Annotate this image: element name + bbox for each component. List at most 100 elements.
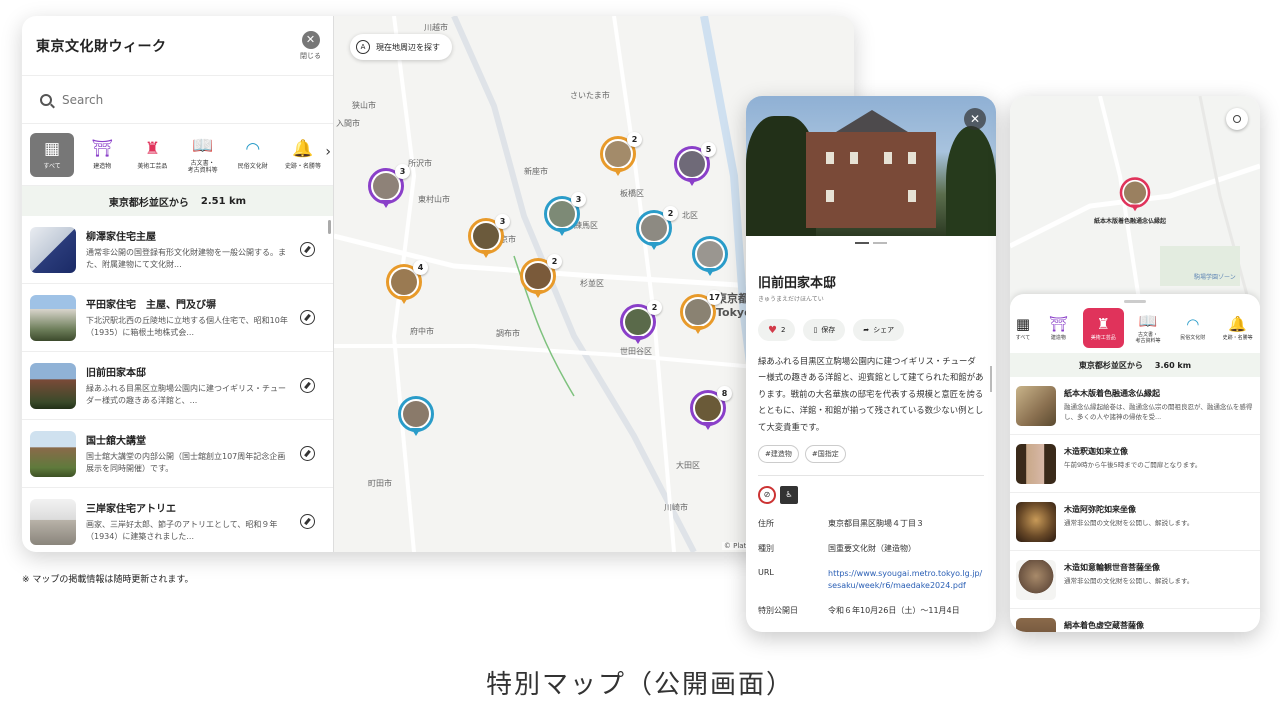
sheet-handle[interactable] [1124,300,1146,303]
category-folk[interactable]: ◠ 民俗文化財 [1172,315,1213,341]
list-item[interactable]: 絹本着色虚空蔵菩薩像 [1010,609,1260,632]
place-label: 杉並区 [580,279,604,288]
category-all[interactable]: ▦ すべて [30,132,75,177]
place-label: 北区 [682,211,698,220]
search-bar[interactable]: Search [22,76,333,124]
bell-icon: 🔔 [1228,315,1247,333]
thumbnail-image [1016,443,1056,484]
info-row: 種別 国重要文化財（建造物） [758,543,984,556]
list-item[interactable]: 旧前田家本邸 緑あふれる目黒区立駒場公園内に建つイギリス・チューダー様式の趣きあ… [22,352,333,420]
category-buildings[interactable]: ⛩ 建造物 [1038,315,1079,341]
heritage-photo[interactable]: ✕ [746,96,996,236]
map-pin-documents[interactable]: 3 [468,214,510,262]
list-item[interactable]: 国士舘大講堂 国士舘大講堂の内部公開（国士舘創立107周年記念企画展示を同時開催… [22,420,333,488]
map-pin-documents[interactable]: 2 [520,254,562,302]
category-label: すべて [43,163,61,171]
item-description: 融通念仏縁起絵巻は、融通念仏宗の開祖良忍が、融通念仏を感得し、多くの人や諸神の帰… [1064,403,1253,421]
category-historic-sites[interactable]: 🔔 史跡・名勝等 [281,138,325,170]
place-label: 町田市 [368,479,392,488]
place-label: 川越市 [424,23,448,32]
search-input[interactable]: Search [62,93,103,107]
list-item[interactable]: 木造如意輪観世音菩薩坐像 通常非公開の文化財を公開し、解説します。 [1010,551,1260,609]
bookmark-icon: ▯ [813,326,818,334]
map-pin-folk[interactable] [692,236,728,280]
map-pin-folk[interactable]: 3 [544,192,586,240]
item-title: 国士舘大講堂 [86,436,146,447]
item-title: 平田家住宅 主屋、門及び塀 [86,300,216,311]
book-open-icon: 📖 [1138,312,1158,330]
detail-actions: ♥ 2 ▯ 保存 ➦ シェア [758,319,984,341]
category-label: 民俗文化財 [1180,335,1206,341]
detail-ruby: きゅうまえだけほんてい [758,296,824,303]
detail-scrollbar[interactable] [990,366,992,392]
bell-icon: 🔔 [292,139,314,160]
item-description: 午前9時から午後5時までのご開扉となります。 [1064,461,1202,469]
detail-title: 旧前田家本邸 [758,276,837,291]
craft-icon: ♜ [1096,315,1110,333]
map-pin-documents[interactable]: 2 [600,132,642,180]
share-button[interactable]: ➦ シェア [853,319,905,341]
book-map-icon: ▦ [44,139,61,160]
map-pin-documents[interactable]: 17 [680,290,722,338]
thumbnail-image [30,294,76,341]
page-caption: 特別マップ（公開画面） [485,670,794,700]
tag[interactable]: #建造物 [758,444,799,463]
map-pin-buildings[interactable]: 3 [368,164,410,212]
category-label: 民俗文化財 [237,163,268,171]
list-item[interactable]: 紙本木版着色融通念仏縁起 融通念仏縁起絵巻は、融通念仏宗の開祖良忍が、融通念仏を… [1010,377,1260,435]
info-key: 特別公開日 [758,606,798,616]
category-filter-bar: ▦ すべて ⛩ 建造物 ♜ 美術工芸品 📖 古文書・ 考古資料等 ◠ 民俗文化財… [22,124,333,186]
place-label: 駒場学園ゾーン [1194,274,1236,281]
map-pin-buildings[interactable]: 2 [620,300,662,348]
close-icon[interactable]: ✕ [964,108,986,130]
tag[interactable]: #国指定 [804,444,846,463]
place-label: 大田区 [676,461,700,470]
category-label: 美術工芸品 [137,163,168,171]
place-label: さいたま市 [570,91,610,100]
pin-count: 5 [701,142,716,157]
category-documents[interactable]: 📖 古文書・ 考古資料等 [181,135,225,174]
compass-icon[interactable] [300,310,315,325]
category-buildings[interactable]: ⛩ 建造物 [80,138,124,170]
category-all[interactable]: ▦ すべて [1012,315,1034,341]
nearby-search-button[interactable]: A 現在地周辺を探す [350,34,452,60]
place-label: 板橋区 [620,189,644,198]
pin-count: 8 [717,386,732,401]
compass-icon[interactable] [300,378,315,393]
compass-icon[interactable] [300,514,315,529]
pin-count: 17 [707,290,722,305]
save-button[interactable]: ▯ 保存 [803,319,846,341]
category-crafts[interactable]: ♜ 美術工芸品 [1082,308,1124,348]
close-button[interactable]: ✕ 閉じる [300,30,321,61]
list-item[interactable]: 木造阿弥陀如来坐像 通常非公開の文化財を公開し、解説します。 [1010,493,1260,551]
carousel-dots[interactable] [746,236,996,250]
category-historic-sites[interactable]: 🔔 史跡・名勝等 [1217,315,1258,341]
url-link[interactable]: https://www.syougai.metro.tokyo.lg.jp/se… [828,568,984,594]
composite-stage: 東京文化財ウィーク ✕ 閉じる Search ▦ すべて ⛩ 建造物 ♜ 美術工… [0,0,1280,702]
map-pin-buildings[interactable]: 5 [674,142,716,190]
mobile-map[interactable]: 紙本木版着色融通念仏縁起 駒場学園ゾーン [1010,96,1260,307]
list-item[interactable]: 三岸家住宅アトリエ 画家、三岸好太郎、節子のアトリエとして、昭和９年（1934）… [22,488,333,552]
compass-icon[interactable] [300,242,315,257]
map-pin-documents[interactable]: 4 [386,260,428,308]
list-item[interactable]: 柳澤家住宅主屋 通常非公開の国登録有形文化財建物を一般公開する。また、附属建物に… [22,216,333,284]
like-button[interactable]: ♥ 2 [758,319,796,341]
category-crafts[interactable]: ♜ 美術工芸品 [130,138,174,170]
map-pin-crafts[interactable] [1119,177,1151,214]
place-label: 狭山市 [352,101,376,110]
search-button[interactable] [1226,108,1248,130]
category-folk[interactable]: ◠ 民俗文化財 [231,138,275,170]
list-scrollbar[interactable] [328,220,331,234]
pin-count: 3 [495,214,510,229]
map-pin-buildings[interactable]: 8 [690,386,732,434]
category-label: 史跡・名勝等 [1222,335,1253,341]
list-item[interactable]: 木造釈迦如来立像 午前9時から午後5時までのご開扉となります。 [1010,435,1260,493]
list-item[interactable]: 平田家住宅 主屋、門及び塀 下北沢駅北西の丘陵地に立地する個人住宅で、昭和10年… [22,284,333,352]
map-pin-folk[interactable] [398,396,434,440]
compass-icon[interactable] [300,446,315,461]
category-documents[interactable]: 📖 古文書・ 考古資料等 [1128,312,1169,344]
chevron-right-icon[interactable]: › [325,144,331,160]
map-pin-folk[interactable]: 2 [636,206,678,254]
sidebar-panel: 東京文化財ウィーク ✕ 閉じる Search ▦ すべて ⛩ 建造物 ♜ 美術工… [22,16,334,552]
info-value: 国重要文化財（建造物） [828,543,916,553]
